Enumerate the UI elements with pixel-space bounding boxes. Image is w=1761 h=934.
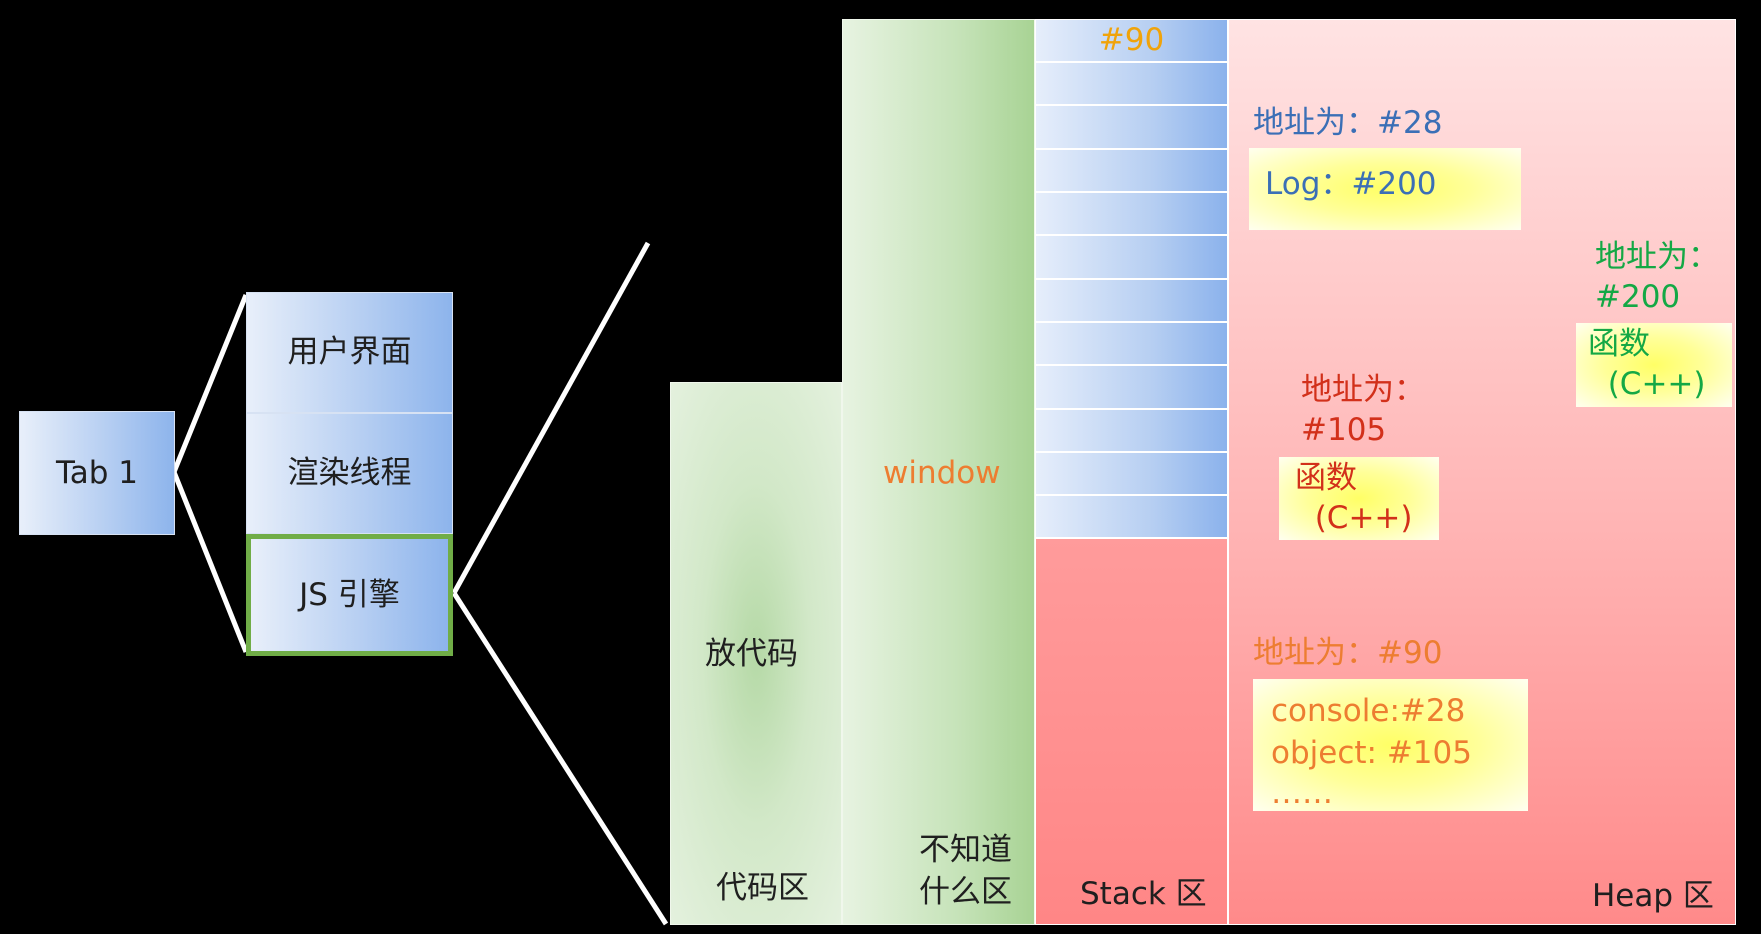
func200-content-line1: 函数 [1588,326,1650,362]
stack-label: Stack 区 [1080,876,1207,912]
component-ui: 用户界面 [246,292,453,413]
stack-top-value: #90 [1098,22,1165,59]
func105-content-line2: (C++) [1295,500,1413,536]
stack-cell [1035,62,1228,105]
func200-content-line2: (C++) [1588,366,1706,402]
func200-address-line1: 地址为： [1595,239,1719,275]
log-obj-box: Log：#200 [1249,148,1521,230]
window-obj-address: 地址为：#90 [1253,635,1443,671]
stack-cell: #90 [1035,19,1228,62]
window-obj-box: console:#28 object: #105 …… [1253,679,1528,811]
code-area-label: 代码区 [716,870,809,906]
window-obj-line2: object: #105 [1271,735,1472,771]
tab-label: Tab 1 [55,454,139,491]
line-tab-to-js [171,471,249,653]
memory-diagram: Tab 1 用户界面 渲染线程 JS 引擎 放代码 代码区 window 不知道… [0,0,1761,934]
unknown-area-label-line1: 不知道 [919,832,1012,868]
line-tab-to-ui [171,294,249,473]
unknown-area: window 不知道 什么区 [842,19,1035,925]
component-render-thread: 渲染线程 [246,413,453,534]
stack-cell [1035,365,1228,409]
component-js-engine: JS 引擎 [246,534,453,656]
window-obj-line3: …… [1271,775,1333,811]
stack-cell [1035,279,1228,322]
stack-cell [1035,495,1228,538]
heap-label: Heap 区 [1592,878,1714,914]
stack-cell [1035,105,1228,149]
func105-address-line1: 地址为： [1301,372,1425,408]
code-area-content: 放代码 [705,636,798,672]
func105-content-line1: 函数 [1295,460,1357,496]
func200-box: 函数 (C++) [1576,323,1732,407]
window-obj-line1: console:#28 [1271,693,1466,729]
stack-cell [1035,235,1228,279]
stack-cell [1035,149,1228,192]
unknown-area-label-line2: 什么区 [919,874,1012,910]
func105-address-line2: #105 [1301,412,1387,448]
log-obj-content: Log：#200 [1265,166,1437,202]
stack-cell [1035,452,1228,495]
stack-cell [1035,192,1228,235]
func200-address-line2: #200 [1595,279,1681,315]
heap-area: 地址为：#28 Log：#200 地址为： #200 函数 (C++) 地址为：… [1228,19,1736,925]
tab-box: Tab 1 [19,411,175,535]
component-ui-label: 用户界面 [287,334,412,371]
log-obj-address: 地址为：#28 [1253,105,1443,141]
line-js-to-bottom [451,591,669,926]
code-area: 放代码 代码区 [670,382,842,925]
component-render-thread-label: 渲染线程 [287,455,412,492]
func105-box: 函数 (C++) [1279,457,1439,540]
stack-cell [1035,409,1228,452]
line-js-to-top [451,241,651,595]
component-js-engine-label: JS 引擎 [299,576,400,613]
stack-cell [1035,322,1228,365]
stack-area: Stack 区 [1035,538,1228,925]
window-label: window [883,455,1001,491]
